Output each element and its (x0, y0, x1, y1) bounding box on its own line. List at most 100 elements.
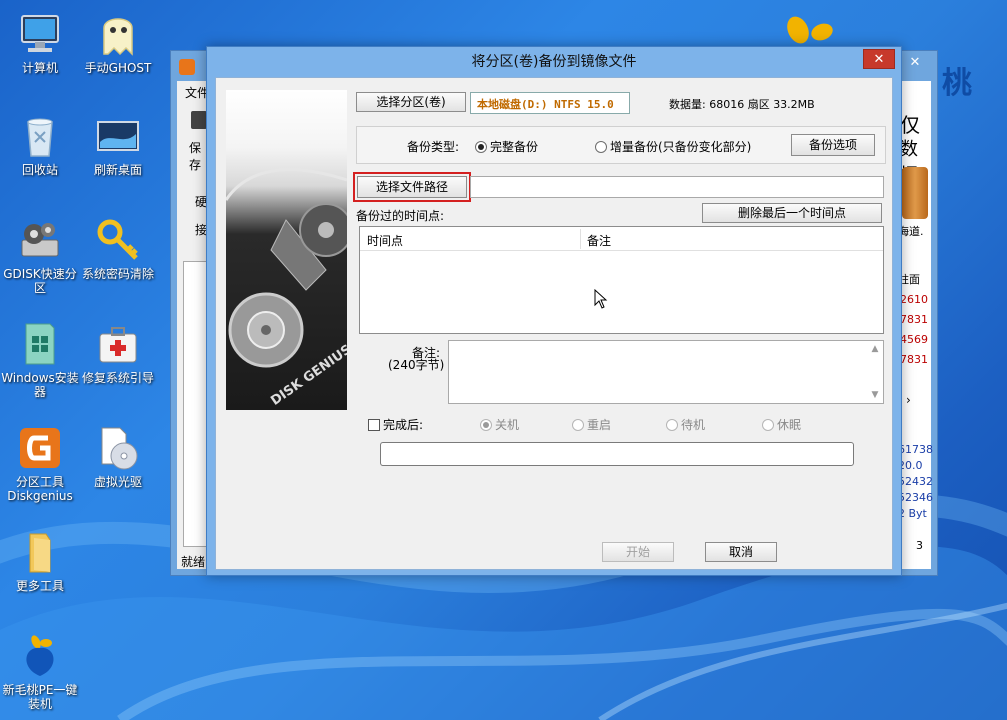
virtual-drive-icon (94, 424, 142, 472)
radio-unchecked-icon (762, 419, 774, 431)
desktop-icon-repair-boot[interactable]: 修复系统引导 (78, 320, 158, 385)
incremental-backup-radio[interactable]: 增量备份(只备份变化部分) (595, 138, 751, 155)
column-divider (580, 229, 581, 249)
option-label: 待机 (681, 418, 706, 432)
select-partition-button[interactable]: 选择分区(卷) (356, 92, 466, 112)
desktop-icon-label: 修复系统引导 (81, 371, 154, 385)
desktop-icon-label: 虚拟光驱 (93, 475, 142, 489)
computer-icon (16, 10, 64, 58)
right-value-blue: 61738 (898, 443, 933, 456)
folder-icon (16, 528, 64, 576)
right-value: 7831 (900, 353, 928, 366)
option-hibernate[interactable]: 休眠 (762, 416, 801, 433)
partition-info-field: 本地磁盘(D:) NTFS 15.0 (470, 92, 630, 114)
desktop-icon-label: GDISK快速分区 (3, 267, 77, 295)
start-button[interactable]: 开始 (602, 542, 674, 562)
note-limit-label: (240字节) (388, 358, 445, 372)
radio-unchecked-icon (572, 419, 584, 431)
right-header-top: 仅 (900, 113, 920, 137)
right-value: 7831 (900, 313, 928, 326)
dialog-title: 将分区(卷)备份到镜像文件 (471, 54, 637, 70)
radio-unchecked-icon (595, 141, 607, 153)
desktop-icon-virtual-drive[interactable]: 虚拟光驱 (78, 424, 158, 489)
partition-info-text: 本地磁盘(D:) NTFS 15.0 (477, 98, 614, 111)
table-header: 时间点 备注 (360, 227, 883, 251)
radio-checked-icon (475, 141, 487, 153)
app-right-panel: 仅 数据 海道. 柱面 2610 7831 4569 7831 › 61738 … (897, 81, 933, 569)
desktop-icon-label: 计算机 (21, 61, 58, 75)
desktop-icon-password[interactable]: 系统密码清除 (78, 216, 158, 281)
radio-unchecked-icon (666, 419, 678, 431)
full-backup-radio[interactable]: 完整备份 (475, 138, 538, 155)
desktop-icon-diskgenius[interactable]: 分区工具Diskgenius (0, 424, 80, 503)
note-textarea[interactable] (448, 340, 884, 404)
column-header-time[interactable]: 时间点 (367, 232, 579, 249)
status-text: 就绪 (181, 555, 206, 569)
windows-installer-icon (16, 320, 64, 368)
backup-options-button[interactable]: 备份选项 (791, 134, 875, 156)
close-icon[interactable]: ✕ (901, 55, 929, 73)
save-icon[interactable] (191, 111, 207, 129)
option-label: 关机 (495, 418, 520, 432)
delete-last-point-button[interactable]: 删除最后一个时间点 (702, 203, 882, 223)
select-path-button[interactable]: 选择文件路径 (357, 176, 467, 198)
desktop-icon-label: 分区工具Diskgenius (7, 475, 73, 503)
dialog-close-button[interactable]: ✕ (863, 49, 895, 69)
backup-type-group: 备份类型: 完整备份 增量备份(只备份变化部分) 备份选项 (356, 126, 886, 164)
right-value-blue: 52432 (898, 475, 933, 488)
scroll-down-icon[interactable]: ▼ (868, 390, 882, 400)
desktop-icon-refresh[interactable]: 刷新桌面 (78, 112, 158, 177)
backup-dialog: 将分区(卷)备份到镜像文件 ✕ DISK GENIUS 选择分区(卷) 本地磁盘… (206, 46, 902, 576)
desktop-icon-label: 更多工具 (15, 579, 64, 593)
right-bottom-value: 3 (916, 539, 923, 552)
backup-points-table[interactable]: 时间点 备注 (359, 226, 884, 334)
column-header-note[interactable]: 备注 (587, 232, 611, 249)
right-value: 2610 (900, 293, 928, 306)
cancel-button[interactable]: 取消 (705, 542, 777, 562)
disk-genius-image: DISK GENIUS (226, 90, 347, 410)
desktop-icon-computer[interactable]: 计算机 (0, 10, 80, 75)
recycle-bin-icon (16, 112, 64, 160)
chevron-right-icon[interactable]: › (906, 393, 911, 407)
progress-bar (380, 442, 854, 466)
option-restart[interactable]: 重启 (572, 416, 611, 433)
gdisk-icon (16, 216, 64, 264)
right-value: 4569 (900, 333, 928, 346)
peach-icon (16, 632, 64, 680)
desktop-icon-ghost[interactable]: 手动GHOST (78, 10, 158, 75)
first-aid-icon (94, 320, 142, 368)
refresh-desktop-icon (94, 112, 142, 160)
option-shutdown[interactable]: 关机 (480, 416, 519, 433)
desktop-icon-label: 手动GHOST (84, 61, 152, 75)
ghost-icon (94, 10, 142, 58)
backup-type-label: 备份类型: (407, 140, 460, 154)
scroll-up-icon[interactable]: ▲ (868, 344, 882, 354)
data-amount-label: 数据量: 68016 扇区 33.2MB (669, 98, 815, 111)
desktop-icon-peach-installer[interactable]: 新毛桃PE一键装机 (0, 632, 80, 711)
desktop-icon-recycle-bin[interactable]: 回收站 (0, 112, 80, 177)
key-icon (94, 216, 142, 264)
radio-checked-icon (480, 419, 492, 431)
desktop-icon-label: 系统密码清除 (81, 267, 154, 281)
desktop-icon-label: 新毛桃PE一键装机 (2, 683, 78, 711)
option-label: 重启 (587, 418, 612, 432)
brand-text: 桃 (942, 66, 972, 101)
mouse-cursor-icon (594, 289, 608, 309)
dialog-body: DISK GENIUS 选择分区(卷) 本地磁盘(D:) NTFS 15.0 数… (215, 77, 893, 570)
full-backup-label: 完整备份 (490, 140, 539, 154)
desktop-icon-gdisk[interactable]: GDISK快速分区 (0, 216, 80, 295)
option-standby[interactable]: 待机 (666, 416, 705, 433)
file-path-input[interactable] (470, 176, 884, 198)
diskgenius-icon (16, 424, 64, 472)
after-complete-checkbox[interactable]: 完成后: (368, 416, 423, 433)
right-value-blue: 2 Byt (898, 507, 927, 520)
desktop-icon-label: 回收站 (21, 163, 58, 177)
right-value-blue: 52346 (898, 491, 933, 504)
backup-points-label: 备份过的时间点: (356, 209, 445, 223)
note-scrollbar[interactable]: ▲ ▼ (868, 342, 882, 402)
desktop-icon-label: Windows安装器 (1, 371, 79, 399)
after-complete-label: 完成后: (383, 418, 424, 432)
desktop-icon-more-tools[interactable]: 更多工具 (0, 528, 80, 593)
disk-graphic (902, 167, 928, 219)
desktop-icon-windows-installer[interactable]: Windows安装器 (0, 320, 80, 399)
